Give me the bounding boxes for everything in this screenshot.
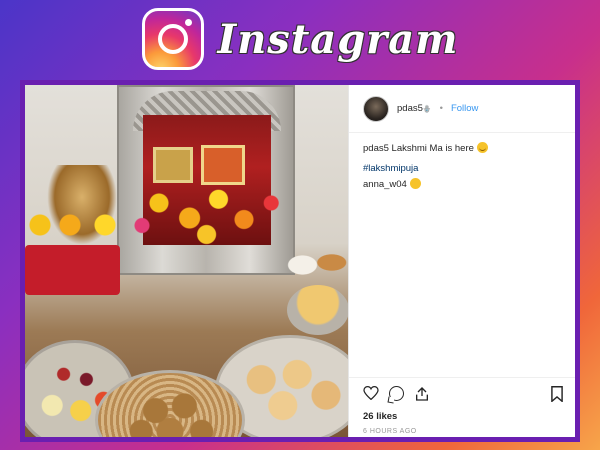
bookmark-icon[interactable] [551, 386, 563, 402]
photo-jars [283, 235, 348, 285]
post-photo[interactable] [25, 85, 348, 437]
comment-icon[interactable] [389, 386, 404, 401]
author-username[interactable]: pdas5🪬 [397, 103, 432, 114]
caption-text: Lakshmi Ma is here [391, 143, 474, 154]
instagram-camera-icon [141, 8, 204, 70]
photo-flowers [125, 173, 295, 248]
header: Instagram [0, 0, 600, 78]
photo-red-cloth [25, 245, 120, 295]
likes-count[interactable]: 26 likes [363, 411, 397, 422]
camera-lens-ring [157, 24, 188, 54]
post-sidebar: pdas5🪬 • Follow pdas5 Lakshmi Ma is here… [348, 85, 575, 437]
post-card: pdas5🪬 • Follow pdas5 Lakshmi Ma is here… [20, 80, 580, 442]
photo-flowers [25, 210, 125, 240]
post-caption: pdas5 Lakshmi Ma is here [363, 142, 565, 156]
caption-username[interactable]: pdas5 [363, 143, 389, 154]
brand-wordmark: Instagram [217, 15, 459, 63]
share-icon[interactable] [414, 386, 430, 402]
hug-emoji-icon [409, 178, 421, 189]
hashtag-link[interactable]: #lakshmipuja [363, 163, 418, 174]
heart-icon[interactable] [363, 386, 379, 400]
post-header: pdas5🪬 • Follow [349, 85, 575, 133]
action-bar [349, 377, 575, 405]
photo-bowl [287, 285, 348, 335]
separator: • [439, 103, 443, 114]
author-badge: 🪬 [422, 106, 432, 113]
comment-username[interactable]: anna_w04 [363, 179, 407, 190]
comment-item: anna_w04 [363, 178, 421, 190]
post-timestamp: 6 HOURS AGO [363, 428, 417, 435]
follow-button[interactable]: Follow [451, 103, 478, 114]
camera-flash-dot [184, 19, 192, 26]
smile-emoji-icon [476, 142, 488, 153]
avatar[interactable] [363, 95, 389, 122]
